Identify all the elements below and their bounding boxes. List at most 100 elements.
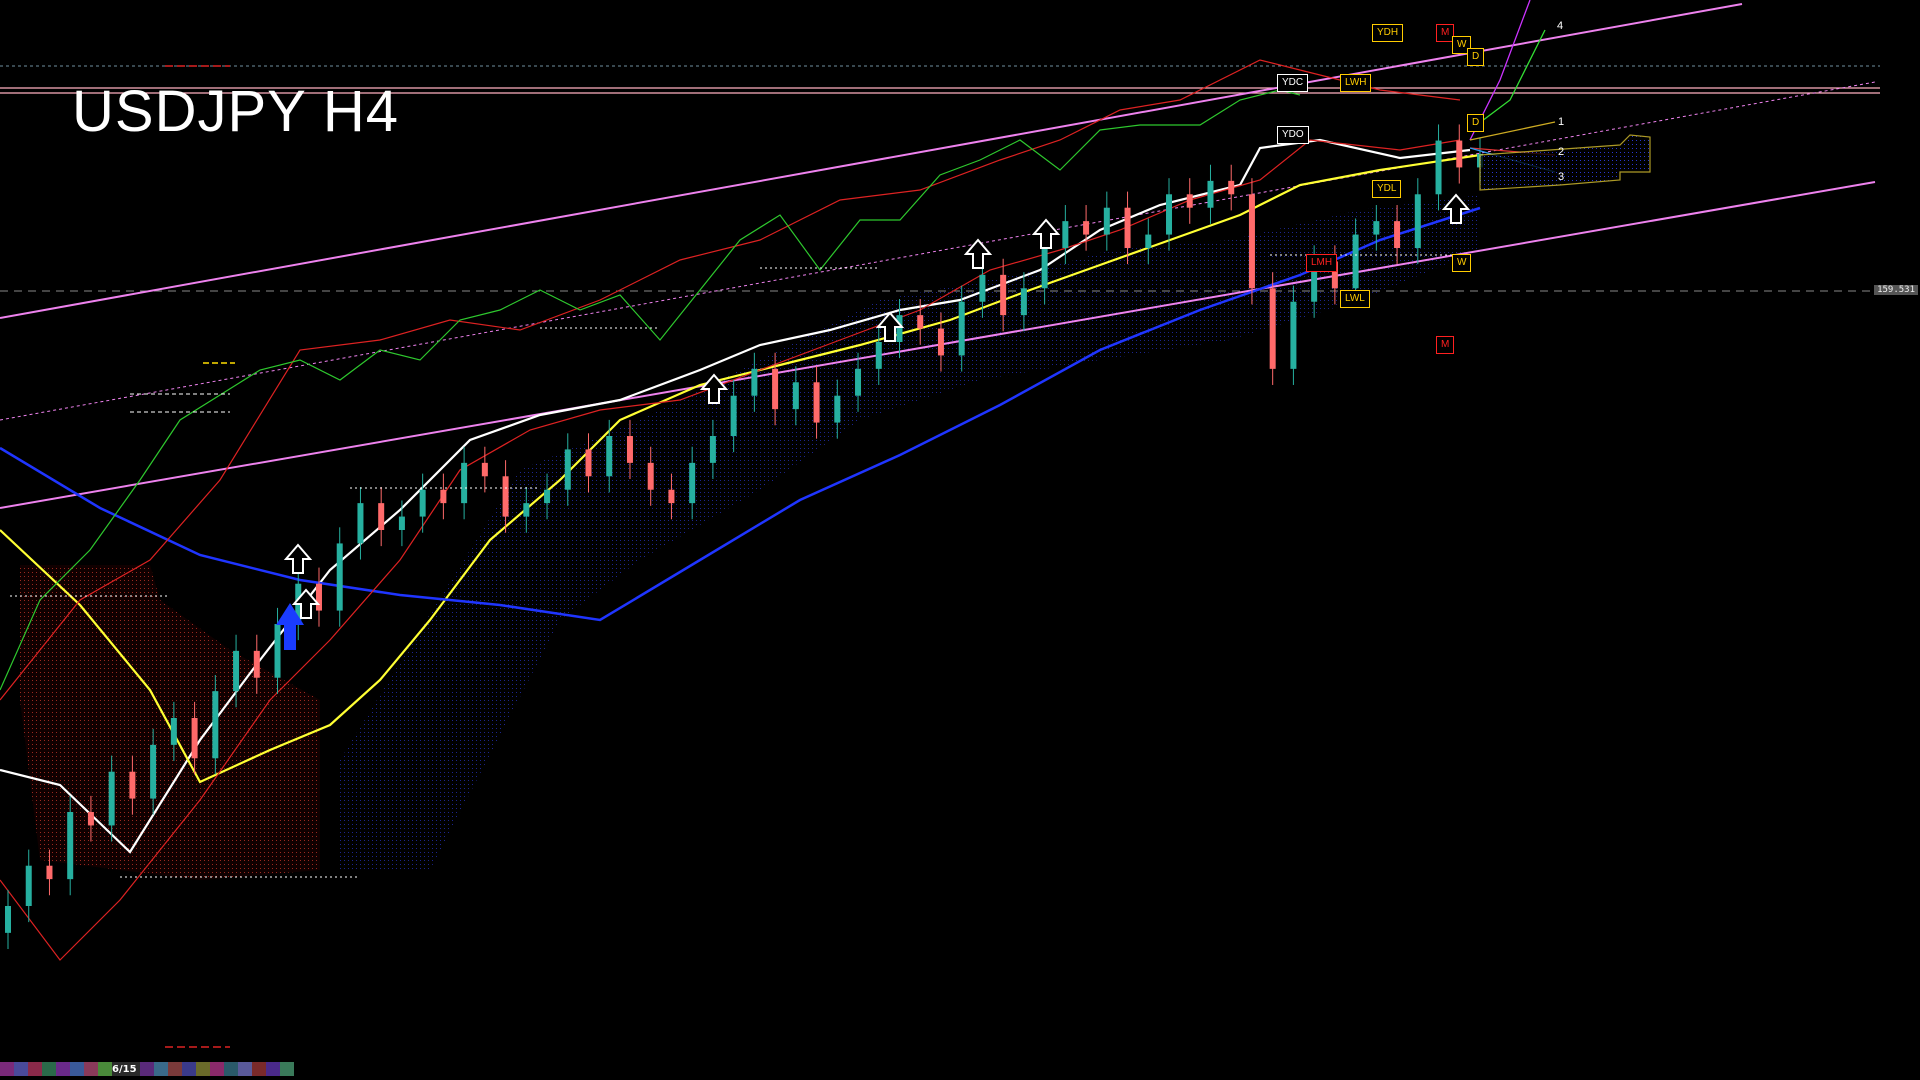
level-box-d-mid: D	[1467, 114, 1485, 132]
channel-lower	[0, 181, 1876, 509]
candle-body	[1414, 194, 1421, 248]
candle-body	[1020, 288, 1027, 316]
candle-body	[647, 462, 654, 490]
candle-body	[1041, 248, 1048, 289]
strip-cell[interactable]	[238, 1062, 252, 1076]
candle-body	[875, 342, 882, 369]
level-box-lwh: LWH	[1340, 74, 1372, 92]
candle-body	[1083, 221, 1090, 235]
level-price-tag: 159.531	[1874, 285, 1918, 295]
candle-body	[253, 650, 260, 678]
candle-body	[585, 449, 592, 477]
candle-body	[1248, 194, 1255, 289]
level-box-lmh: LMH	[1306, 254, 1338, 272]
level-box-m-low: M	[1436, 336, 1455, 354]
strip-cell[interactable]	[140, 1062, 154, 1076]
candle-body	[1290, 301, 1297, 369]
strip-cell[interactable]	[210, 1062, 224, 1076]
candle-body	[212, 691, 219, 759]
date-marker: 6/15	[112, 1064, 137, 1075]
candle-body	[440, 489, 447, 504]
strip-cell[interactable]	[84, 1062, 98, 1076]
candle-body	[855, 368, 862, 396]
strip-cell[interactable]	[28, 1062, 42, 1076]
candle-body	[419, 489, 426, 517]
candle-body	[1000, 274, 1007, 316]
fib-label-2: 2	[1558, 146, 1565, 158]
strip-cell[interactable]	[168, 1062, 182, 1076]
candle-body	[1124, 207, 1131, 248]
ichimoku-cloud-bearish	[20, 565, 320, 880]
candle-body	[626, 436, 633, 463]
candle-body	[834, 395, 841, 423]
level-box-ydo: YDO	[1277, 126, 1309, 144]
candle-body	[357, 503, 364, 544]
candle-body	[772, 368, 779, 410]
strip-cell[interactable]	[70, 1062, 84, 1076]
candle-body	[1373, 221, 1380, 235]
level-box-d-top: D	[1467, 48, 1485, 66]
candle-body	[730, 395, 737, 436]
chikou-green	[0, 89, 1301, 691]
strip-cell[interactable]	[98, 1062, 112, 1076]
candle-body	[461, 462, 468, 504]
candle-body	[1394, 221, 1401, 248]
candle-body	[1103, 207, 1110, 235]
buy-arrow-icon	[283, 543, 313, 574]
strip-cell[interactable]	[0, 1062, 14, 1076]
candle-body	[67, 812, 74, 880]
candle-body	[979, 274, 986, 302]
candle-body	[1062, 221, 1069, 248]
future-cloud	[1479, 134, 1651, 191]
level-box-w-low: W	[1452, 254, 1472, 272]
strip-cell[interactable]	[266, 1062, 280, 1076]
level-box-lwl: LWL	[1340, 290, 1370, 308]
strip-cell[interactable]	[196, 1062, 210, 1076]
candle-body	[668, 489, 675, 504]
fib-label-1: 1	[1558, 116, 1565, 128]
candle-body	[917, 315, 924, 329]
candle-body	[813, 382, 820, 423]
candle-body	[1228, 180, 1235, 195]
candle-body	[709, 436, 716, 463]
candle-body	[564, 449, 571, 490]
candle-body	[502, 476, 509, 517]
candle-body	[398, 516, 405, 530]
candle-body	[523, 503, 530, 517]
candle-body	[751, 368, 758, 396]
strip-cell[interactable]	[56, 1062, 70, 1076]
strip-cell[interactable]	[154, 1062, 168, 1076]
candle-body	[87, 812, 94, 826]
candle-body	[689, 462, 696, 504]
candle-body	[5, 906, 11, 933]
candle-body	[1269, 288, 1276, 369]
candle-body	[274, 624, 281, 678]
level-box-ydh: YDH	[1372, 24, 1404, 42]
strip-cell[interactable]	[280, 1062, 294, 1076]
fib-label-4: 4	[1557, 20, 1564, 32]
candle-body	[1145, 234, 1152, 248]
candle-body	[544, 489, 551, 504]
candle-body	[233, 650, 240, 692]
candle-body	[129, 771, 136, 799]
candle-body	[1207, 180, 1214, 208]
price-chart[interactable]	[0, 0, 1920, 1080]
timeframe-strip[interactable]	[0, 1062, 294, 1076]
strip-cell[interactable]	[42, 1062, 56, 1076]
buy-arrow-icon	[963, 238, 993, 269]
candle-body	[315, 583, 322, 611]
candle-body	[896, 315, 903, 342]
strip-cell[interactable]	[182, 1062, 196, 1076]
candle-body	[336, 543, 343, 611]
level-box-ydc: YDC	[1277, 74, 1309, 92]
candle-body	[108, 771, 115, 826]
ichimoku-cloud-bullish	[340, 195, 1480, 870]
candle-body	[25, 865, 32, 906]
strip-cell[interactable]	[14, 1062, 28, 1076]
strip-cell[interactable]	[252, 1062, 266, 1076]
candle-body	[378, 503, 385, 530]
fib-label-3: 3	[1558, 171, 1565, 183]
strip-cell[interactable]	[224, 1062, 238, 1076]
candle-body	[1352, 234, 1359, 289]
candle-body	[1186, 194, 1193, 208]
